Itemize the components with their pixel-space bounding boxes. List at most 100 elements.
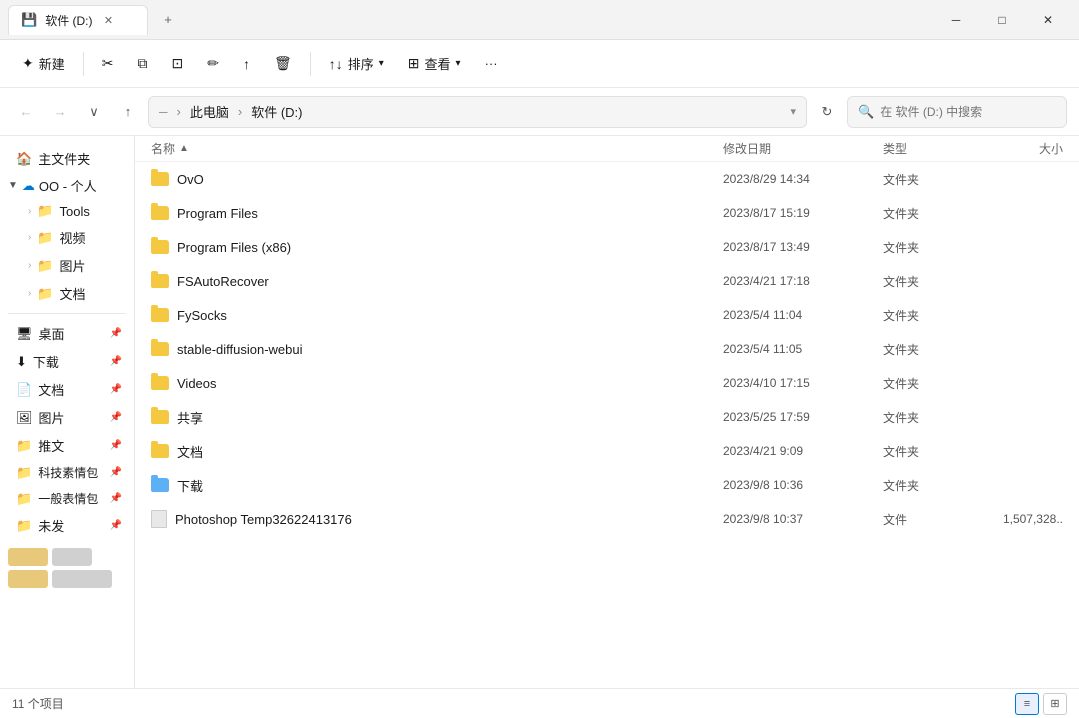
col-header-size[interactable]: 大小: [963, 140, 1063, 157]
minimize-button[interactable]: ─: [933, 4, 979, 36]
color-box-4: [52, 570, 112, 588]
forward-button[interactable]: →: [46, 98, 74, 126]
search-box[interactable]: 🔍: [847, 96, 1067, 128]
file-name-shared: 共享: [151, 408, 723, 427]
file-icon-pstemp: [151, 510, 167, 528]
file-name-fsautorecover: FSAutoRecover: [151, 274, 723, 289]
col-header-date[interactable]: 修改日期: [723, 140, 883, 157]
view-icon: ⊞: [408, 55, 420, 72]
list-view-icon: ≡: [1024, 698, 1030, 710]
divider-1: [83, 52, 84, 76]
pin-icon-desktop: 📌: [110, 328, 122, 339]
tab-close-button[interactable]: ✕: [101, 12, 117, 28]
file-row[interactable]: OvO 2023/8/29 14:34 文件夹: [135, 162, 1079, 196]
file-row[interactable]: Videos 2023/4/10 17:15 文件夹: [135, 366, 1079, 400]
col-header-type[interactable]: 类型: [883, 140, 963, 157]
sidebar-item-documents[interactable]: › 📁 文档: [4, 280, 130, 307]
sidebar-item-general-memes[interactable]: 📁 一般表情包 📌: [4, 486, 130, 511]
downloads-icon: ⬇: [16, 354, 27, 370]
sidebar-item-videos[interactable]: › 📁 视频: [4, 224, 130, 251]
sidebar-item-downloads[interactable]: ⬇ 下载 📌: [4, 348, 130, 375]
sidebar-label-videos: 视频: [60, 228, 86, 247]
close-button[interactable]: ✕: [1025, 4, 1071, 36]
file-row[interactable]: FSAutoRecover 2023/4/21 17:18 文件夹: [135, 264, 1079, 298]
delete-button[interactable]: 🗑: [264, 50, 302, 77]
file-row[interactable]: 共享 2023/5/25 17:59 文件夹: [135, 400, 1079, 434]
paste-button[interactable]: ⊡: [161, 50, 193, 77]
forward-icon: →: [54, 104, 67, 119]
more-button[interactable]: ···: [475, 51, 508, 76]
rename-button[interactable]: ✏: [197, 50, 229, 77]
sidebar-item-tech-memes[interactable]: 📁 科技素情包 📌: [4, 460, 130, 485]
sidebar-item-main-folder[interactable]: 🏠 主文件夹: [4, 145, 130, 172]
docs-icon: 📄: [16, 382, 32, 398]
new-tab-button[interactable]: +: [152, 4, 184, 36]
sidebar-item-tweets[interactable]: 📁 推文 📌: [4, 432, 130, 459]
file-row[interactable]: Photoshop Temp32622413176 2023/9/8 10:37…: [135, 502, 1079, 536]
sidebar: 🏠 主文件夹 ▼ ☁ OO - 个人 › 📁 Tools › 📁 视频 › 📁 …: [0, 136, 135, 688]
col-header-name[interactable]: 名称 ▲: [151, 140, 723, 157]
view-chevron-icon: ▾: [456, 58, 461, 69]
refresh-button[interactable]: ↻: [813, 98, 841, 126]
address-bar[interactable]: ─ › 此电脑 › 软件 (D:) ▾: [148, 96, 807, 128]
sidebar-label-pics: 图片: [39, 408, 65, 427]
tech-memes-icon: 📁: [16, 465, 32, 481]
tools-expand-icon: ›: [28, 206, 31, 217]
file-row[interactable]: stable-diffusion-webui 2023/5/4 11:05 文件…: [135, 332, 1079, 366]
file-name-xiazai: 下载: [151, 476, 723, 495]
sort-button[interactable]: ↑↓ 排序 ▾: [319, 49, 394, 78]
tab-software-d[interactable]: 💾 软件 (D:) ✕: [8, 5, 148, 35]
color-box-3: [8, 570, 48, 588]
sidebar-label-pictures: 图片: [60, 256, 86, 275]
search-icon: 🔍: [858, 104, 874, 120]
file-name-fysocks: FySocks: [151, 308, 723, 323]
file-row[interactable]: Program Files 2023/8/17 15:19 文件夹: [135, 196, 1079, 230]
file-row[interactable]: Program Files (x86) 2023/8/17 13:49 文件夹: [135, 230, 1079, 264]
view-button[interactable]: ⊞ 查看 ▾: [398, 49, 471, 78]
share-button[interactable]: ↑: [233, 51, 260, 77]
sidebar-item-pictures[interactable]: › 📁 图片: [4, 252, 130, 279]
sidebar-item-docs[interactable]: 📄 文档 📌: [4, 376, 130, 403]
sidebar-label-cloud: OO - 个人: [39, 176, 97, 195]
sidebar-item-desktop[interactable]: 🖥 桌面 📌: [4, 320, 130, 347]
view-toggle: ≡ ⊞: [1015, 693, 1067, 715]
sidebar-item-tools[interactable]: › 📁 Tools: [4, 199, 130, 223]
unpublished-icon: 📁: [16, 518, 32, 534]
copy-button[interactable]: ⧉: [127, 50, 157, 77]
documents-expand-icon: ›: [28, 288, 31, 299]
main-area: 🏠 主文件夹 ▼ ☁ OO - 个人 › 📁 Tools › 📁 视频 › 📁 …: [0, 136, 1079, 688]
up-button[interactable]: ↑: [114, 98, 142, 126]
folder-icon-documents: 📁: [37, 286, 53, 302]
file-name-stable-diffusion: stable-diffusion-webui: [151, 342, 723, 357]
search-input[interactable]: [880, 105, 1056, 119]
general-memes-icon: 📁: [16, 491, 32, 507]
cut-button[interactable]: ✂: [92, 50, 124, 77]
new-button[interactable]: ✦ 新建: [12, 49, 75, 78]
item-count: 11 个项目: [12, 695, 64, 712]
back-icon: ←: [20, 104, 33, 119]
titlebar: 💾 软件 (D:) ✕ + ─ □ ✕: [0, 0, 1079, 40]
toolbar: ✦ 新建 ✂ ⧉ ⊡ ✏ ↑ 🗑 ↑↓ 排序 ▾ ⊞ 查看 ▾ ···: [0, 40, 1079, 88]
down-button[interactable]: ∨: [80, 98, 108, 126]
file-row[interactable]: FySocks 2023/5/4 11:04 文件夹: [135, 298, 1079, 332]
desktop-icon: 🖥: [16, 326, 33, 342]
file-row[interactable]: 文档 2023/4/21 9:09 文件夹: [135, 434, 1079, 468]
breadcrumb-this-pc: 此电脑: [190, 102, 229, 121]
new-icon: ✦: [22, 55, 34, 72]
back-button[interactable]: ←: [12, 98, 40, 126]
color-box-1: [8, 548, 48, 566]
sidebar-item-unpublished[interactable]: 📁 未发 📌: [4, 512, 130, 539]
rename-icon: ✏: [207, 55, 219, 72]
sidebar-item-pics[interactable]: 🖼 图片 📌: [4, 404, 130, 431]
folder-icon-pf: [151, 206, 169, 220]
folder-icon-videos-dir: [151, 376, 169, 390]
maximize-button[interactable]: □: [979, 4, 1025, 36]
list-view-button[interactable]: ≡: [1015, 693, 1039, 715]
folder-icon-tools: 📁: [37, 203, 53, 219]
grid-view-button[interactable]: ⊞: [1043, 693, 1067, 715]
file-row[interactable]: 下载 2023/9/8 10:36 文件夹: [135, 468, 1079, 502]
address-dropdown-icon[interactable]: ▾: [790, 105, 796, 118]
content-area: 名称 ▲ 修改日期 类型 大小 OvO 2023/8/29 14:34 文件夹: [135, 136, 1079, 688]
divider-2: [310, 52, 311, 76]
sidebar-cloud-section[interactable]: ▼ ☁ OO - 个人: [4, 173, 130, 198]
